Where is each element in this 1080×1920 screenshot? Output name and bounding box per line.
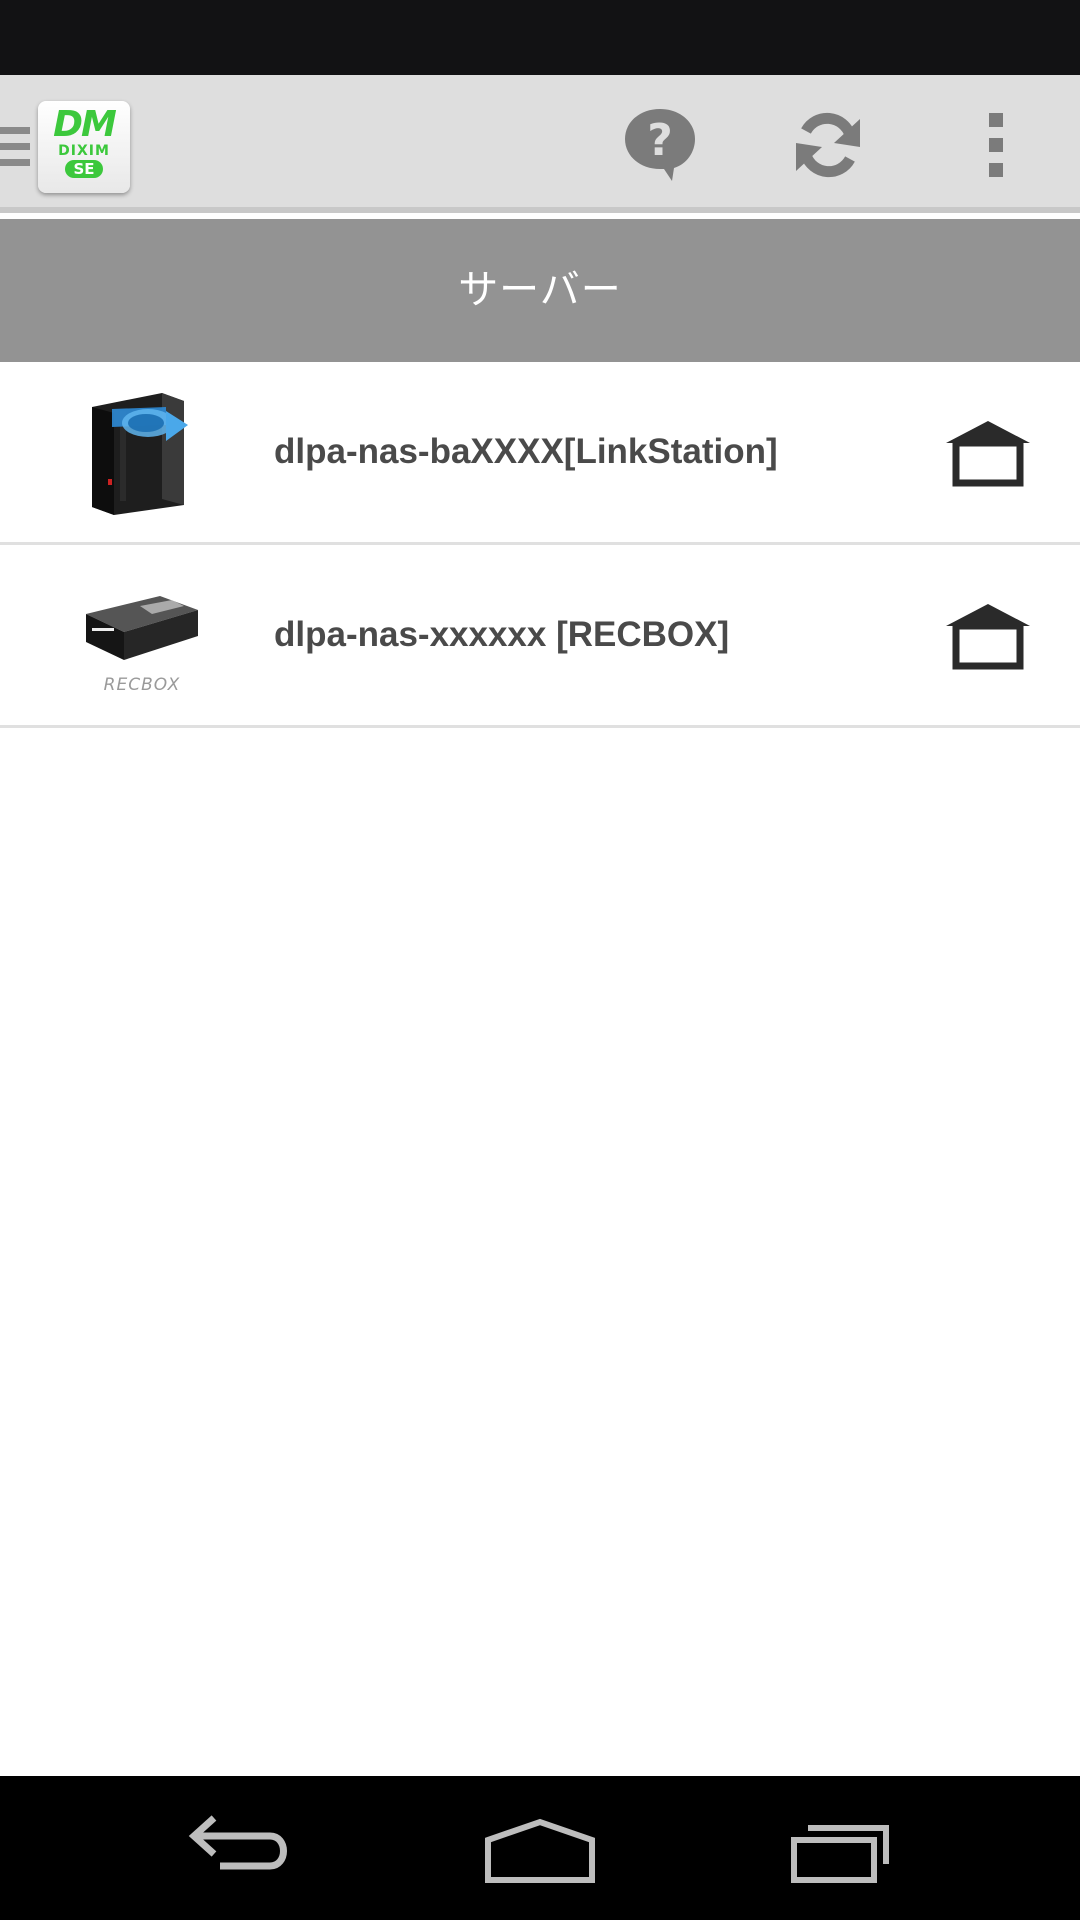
- server-row-recbox[interactable]: RECBOX dlpa-nas-xxxxxx [RECBOX]: [0, 545, 1080, 728]
- recbox-caption: RECBOX: [104, 675, 181, 695]
- overflow-menu-icon[interactable]: [956, 105, 1036, 185]
- server-row-linkstation[interactable]: dlpa-nas-baXXXX[LinkStation]: [0, 362, 1080, 545]
- app-logo-mark: DM: [53, 104, 117, 145]
- status-bar: [0, 0, 1080, 75]
- navigation-bar: [0, 1776, 1080, 1920]
- app-logo-name: DIXIM: [58, 143, 110, 159]
- server-list: dlpa-nas-baXXXX[LinkStation] RECBOX dlpa…: [0, 362, 1080, 728]
- home-icon[interactable]: [942, 600, 1034, 670]
- app-logo-badge: SE: [65, 160, 103, 178]
- linkstation-nas-icon: [92, 393, 188, 515]
- back-icon[interactable]: [180, 1806, 300, 1890]
- drawer-menu-icon[interactable]: [0, 127, 30, 169]
- server-name: dlpa-nas-baXXXX[LinkStation]: [274, 432, 778, 471]
- server-name: dlpa-nas-xxxxxx [RECBOX]: [274, 615, 730, 654]
- home-icon[interactable]: [942, 417, 1034, 487]
- recbox-nas-icon: RECBOX: [86, 596, 198, 695]
- recent-apps-icon[interactable]: [780, 1806, 900, 1890]
- svg-text:?: ?: [647, 115, 673, 166]
- home-nav-icon[interactable]: [480, 1806, 600, 1890]
- help-icon[interactable]: ?: [620, 105, 700, 185]
- action-bar: DM DIXIM SE ?: [0, 75, 1080, 213]
- section-title: サーバー: [0, 219, 1080, 362]
- refresh-icon[interactable]: [788, 105, 868, 185]
- app-logo[interactable]: DM DIXIM SE: [38, 101, 130, 193]
